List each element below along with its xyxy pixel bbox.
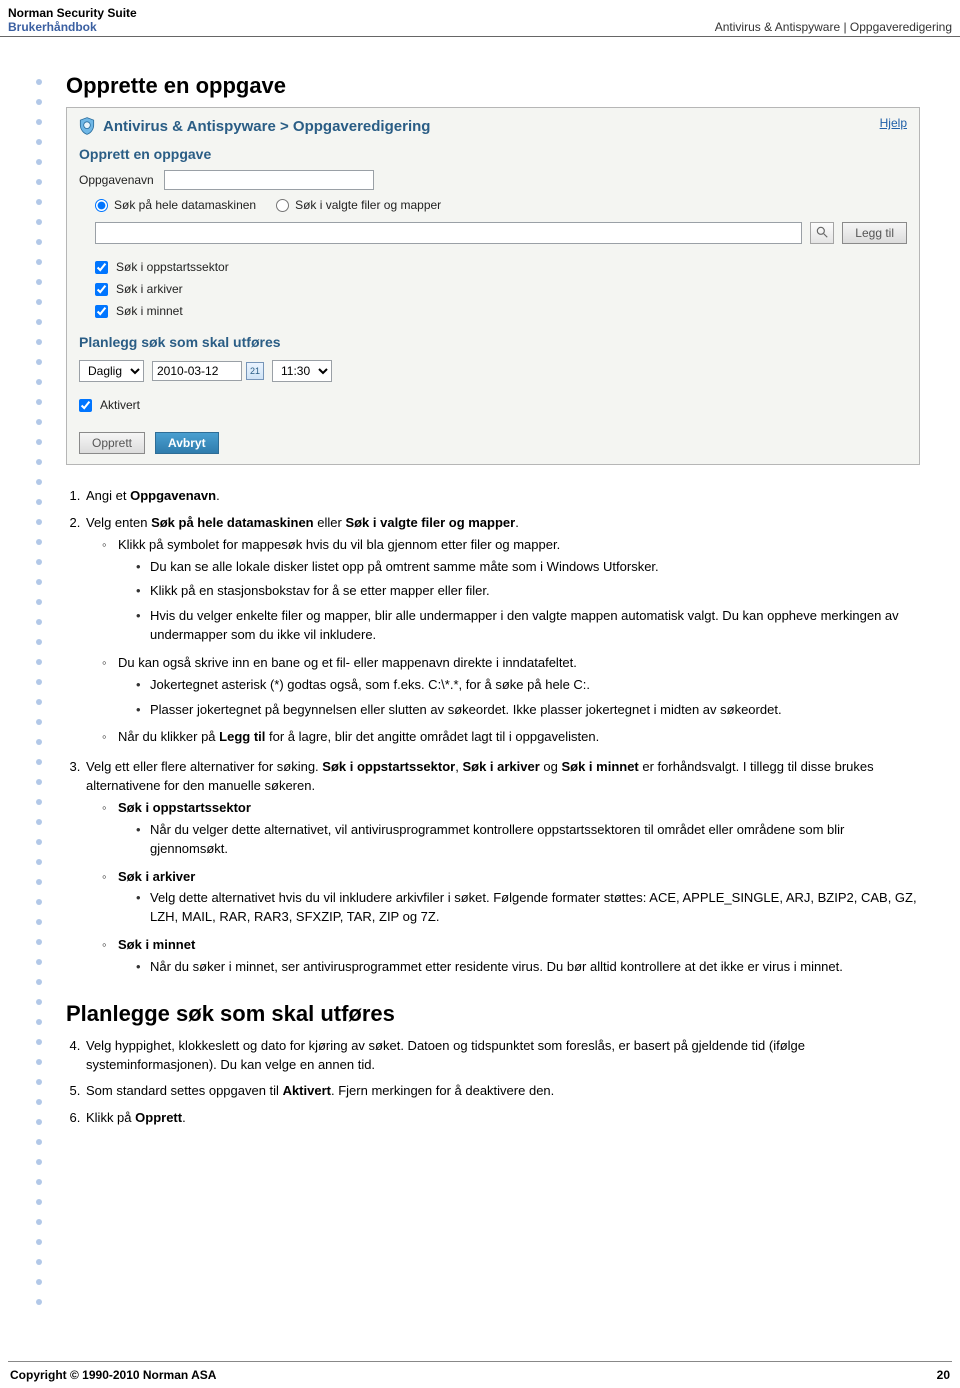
instruction-list-2: Velg hyppighet, klokkeslett og dato for … xyxy=(84,1033,920,1132)
page-number: 20 xyxy=(937,1368,950,1382)
checkbox-memory-label: Søk i minnet xyxy=(116,304,183,318)
time-select[interactable]: 11:30 xyxy=(272,360,332,382)
add-button[interactable]: Legg til xyxy=(842,222,907,244)
browse-folder-button[interactable] xyxy=(810,222,834,244)
opt-mem: Søk i minnet Når du søker i minnet, ser … xyxy=(102,933,920,983)
decorative-dot-column xyxy=(36,73,50,1305)
checkbox-enabled-input[interactable] xyxy=(79,399,92,412)
app-breadcrumb-text: Antivirus & Antispyware > Oppgaverediger… xyxy=(103,118,430,135)
radio-selected-input[interactable] xyxy=(276,199,289,212)
create-button[interactable]: Opprett xyxy=(79,432,145,454)
checkbox-memory[interactable]: Søk i minnet xyxy=(95,300,907,322)
taskname-label: Oppgavenavn xyxy=(79,173,154,187)
checkbox-enabled-label: Aktivert xyxy=(100,398,140,412)
calendar-icon[interactable]: 21 xyxy=(246,362,264,380)
step-2-sub-2-b1: Jokertegnet asterisk (*) godtas også, so… xyxy=(136,673,920,698)
magnifier-icon xyxy=(815,225,829,242)
opt-boot: Søk i oppstartssektor Når du velger dett… xyxy=(102,796,920,865)
radio-whole-label: Søk på hele datamaskinen xyxy=(114,198,256,212)
step-2-sub-1-b1: Du kan se alle lokale disker listet opp … xyxy=(136,555,920,580)
product-name: Norman Security Suite xyxy=(8,6,137,20)
app-panel: Antivirus & Antispyware > Oppgaverediger… xyxy=(66,107,920,465)
radio-option-whole[interactable]: Søk på hele datamaskinen xyxy=(95,198,256,212)
page-footer: Copyright © 1990-2010 Norman ASA 20 xyxy=(8,1361,952,1388)
instruction-list: Angi et Oppgavenavn. Velg enten Søk på h… xyxy=(84,483,920,987)
opt-arch: Søk i arkiver Velg dette alternativet hv… xyxy=(102,865,920,934)
step-3: Velg ett eller flere alternativer for sø… xyxy=(84,754,920,986)
checkbox-boot-input[interactable] xyxy=(95,261,108,274)
section-title-create-task: Opprette en oppgave xyxy=(66,73,920,99)
step-4: Velg hyppighet, klokkeslett og dato for … xyxy=(84,1033,920,1079)
path-input[interactable] xyxy=(95,222,802,244)
frequency-select[interactable]: Daglig xyxy=(79,360,144,382)
checkbox-boot-sector[interactable]: Søk i oppstartssektor xyxy=(95,256,907,278)
checkbox-memory-input[interactable] xyxy=(95,305,108,318)
radio-whole-input[interactable] xyxy=(95,199,108,212)
panel-title-create: Opprett en oppgave xyxy=(67,140,919,166)
step-2-sub-1-b2: Klikk på en stasjonsbokstav for å se ett… xyxy=(136,579,920,604)
help-link[interactable]: Hjelp xyxy=(880,116,907,130)
taskname-input[interactable] xyxy=(164,170,374,190)
copyright-text: Copyright © 1990-2010 Norman ASA xyxy=(10,1368,216,1382)
shield-icon xyxy=(77,116,97,136)
app-breadcrumb: Antivirus & Antispyware > Oppgaverediger… xyxy=(67,108,919,140)
radio-option-selected[interactable]: Søk i valgte filer og mapper xyxy=(276,198,441,212)
checkbox-boot-label: Søk i oppstartssektor xyxy=(116,260,229,274)
cancel-button[interactable]: Avbryt xyxy=(155,432,219,454)
panel-title-schedule: Planlegg søk som skal utføres xyxy=(67,328,919,354)
checkbox-enabled[interactable]: Aktivert xyxy=(79,394,907,416)
section-title-schedule: Planlegge søk som skal utføres xyxy=(66,1001,920,1027)
page-header: Norman Security Suite Brukerhåndbok Anti… xyxy=(0,0,960,37)
radio-selected-label: Søk i valgte filer og mapper xyxy=(295,198,441,212)
opt-boot-desc: Når du velger dette alternativet, vil an… xyxy=(136,818,920,862)
step-6: Klikk på Opprett. xyxy=(84,1105,920,1132)
checkbox-archives[interactable]: Søk i arkiver xyxy=(95,278,907,300)
checkbox-archives-input[interactable] xyxy=(95,283,108,296)
opt-mem-desc: Når du søker i minnet, ser antivirusprog… xyxy=(136,955,920,980)
header-breadcrumb: Antivirus & Antispyware | Oppgaverediger… xyxy=(715,20,952,34)
date-input[interactable] xyxy=(152,361,242,381)
opt-arch-desc: Velg dette alternativet hvis du vil inkl… xyxy=(136,886,920,930)
step-5: Som standard settes oppgaven til Aktiver… xyxy=(84,1078,920,1105)
step-2-sub-1-b3: Hvis du velger enkelte filer og mapper, … xyxy=(136,604,920,648)
step-2-sub-3: Når du klikker på Legg til for å lagre, … xyxy=(102,725,920,750)
checkbox-archives-label: Søk i arkiver xyxy=(116,282,183,296)
step-2-sub-2-b2: Plasser jokertegnet på begynnelsen eller… xyxy=(136,698,920,723)
step-2: Velg enten Søk på hele datamaskinen elle… xyxy=(84,510,920,754)
doc-name: Brukerhåndbok xyxy=(8,20,137,34)
step-2-sub-2: Du kan også skrive inn en bane og et fil… xyxy=(102,651,920,726)
step-1: Angi et Oppgavenavn. xyxy=(84,483,920,510)
step-2-sub-1: Klikk på symbolet for mappesøk hvis du v… xyxy=(102,533,920,651)
